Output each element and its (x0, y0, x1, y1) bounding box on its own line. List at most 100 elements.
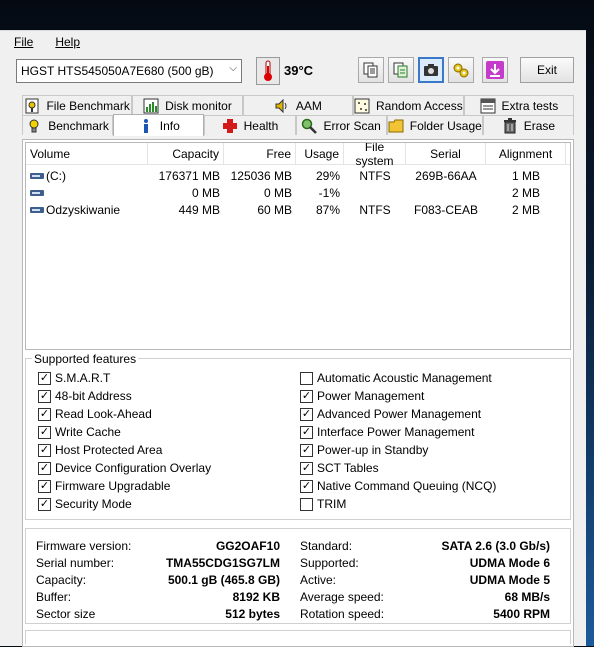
feature-label: Security Mode (55, 497, 132, 511)
tab-disk-monitor[interactable]: Disk monitor (132, 95, 243, 115)
menu-file-label: File (14, 35, 34, 49)
feature-ipm: ✓ Interface Power Management (300, 423, 496, 441)
cell-usage: 29% (315, 168, 340, 183)
drive-icon (30, 188, 44, 198)
info-value: SATA 2.6 (3.0 Gb/s) (441, 538, 550, 553)
feature-label: Write Cache (55, 425, 121, 439)
feature-smart: ✓ S.M.A.R.T (38, 369, 211, 387)
info-label: Average speed: (300, 589, 384, 604)
checkbox-checked-icon: ✓ (38, 407, 51, 421)
tab-label: Extra tests (501, 98, 559, 113)
info-label: Rotation speed: (300, 606, 385, 621)
info-active: Active: UDMA Mode 5 (300, 571, 550, 588)
info-serial-number: Serial number: TMA55CDG1SG7LM (36, 554, 280, 571)
copy-to-clipboard-button[interactable] (388, 57, 414, 83)
update-button[interactable] (482, 57, 508, 83)
settings-icon (453, 63, 469, 78)
info-rotation-speed: Rotation speed: 5400 RPM (300, 605, 550, 622)
table-row[interactable]: 0 MB 0 MB -1% 2 MB (26, 184, 570, 201)
checkbox-checked-icon: ✓ (38, 425, 51, 439)
tab-label: Health (243, 118, 279, 133)
cell-alignment: 1 MB (511, 168, 540, 183)
cell-usage: 87% (315, 202, 340, 217)
checkbox-checked-icon: ✓ (38, 497, 51, 511)
drive-details-group: Firmware version: GG2OAF10 Serial number:… (25, 528, 571, 624)
menu-help[interactable]: Help (51, 33, 84, 51)
tab-error-scan[interactable]: Error Scan (295, 115, 387, 135)
checkbox-unchecked-icon (300, 497, 313, 511)
info-label: Capacity: (36, 572, 87, 587)
copy-text-icon (363, 62, 378, 78)
volume-table[interactable]: Volume Capacity Free Usage File system S… (25, 142, 571, 350)
tab-label: Folder Usage (409, 118, 482, 133)
table-row[interactable]: Odzyskiwanie 449 MB 60 MB 87% NTFS F083-… (26, 201, 570, 218)
feature-write-cache: ✓ Write Cache (38, 423, 211, 441)
table-row[interactable]: (C:) 176371 MB 125036 MB 29% NTFS 269B-6… (26, 167, 570, 184)
column-header-volume[interactable]: Volume (26, 143, 148, 164)
feature-label: Read Look-Ahead (55, 407, 152, 421)
screenshot-button[interactable] (418, 57, 444, 83)
checkbox-unchecked-icon (300, 371, 313, 385)
random-access-icon (354, 98, 370, 114)
feature-label: Automatic Acoustic Management (317, 371, 492, 385)
drive-select[interactable]: HGST HTS545050A7E680 (500 gB) ⌵ (16, 59, 242, 83)
feature-label: 48-bit Address (55, 389, 132, 403)
feature-security-mode: ✓ Security Mode (38, 495, 211, 513)
temperature-value: 39°C (284, 63, 314, 78)
checkbox-checked-icon: ✓ (300, 443, 313, 457)
cell-capacity: 449 MB (178, 202, 220, 217)
column-header-usage[interactable]: Usage (296, 143, 344, 164)
info-value: 5400 RPM (493, 606, 550, 621)
feature-trim: TRIM (300, 495, 496, 513)
tab-benchmark[interactable]: Benchmark (22, 115, 114, 135)
menu-file[interactable]: File (10, 33, 37, 51)
tab-erase[interactable]: Erase (482, 115, 574, 135)
tab-aam[interactable]: AAM (242, 95, 353, 115)
cell-file-system: NTFS (359, 202, 391, 217)
column-header-free[interactable]: Free (224, 143, 296, 164)
cell-file-system: NTFS (359, 168, 391, 183)
feature-aam: Automatic Acoustic Management (300, 369, 496, 387)
info-value: 500.1 gB (465.8 GB) (167, 572, 280, 587)
feature-label: TRIM (317, 497, 347, 511)
tab-label: Benchmark (48, 118, 109, 133)
info-buffer: Buffer: 8192 KB (36, 588, 280, 605)
cell-alignment: 2 MB (511, 202, 540, 217)
column-header-serial[interactable]: Serial (406, 143, 486, 164)
tab-health[interactable]: Health (204, 115, 296, 135)
info-average-speed: Average speed: 68 MB/s (300, 588, 550, 605)
column-header-capacity[interactable]: Capacity (148, 143, 224, 164)
options-button[interactable] (448, 57, 474, 83)
tab-random-access[interactable]: Random Access (352, 95, 464, 115)
exit-button[interactable]: Exit (520, 57, 574, 83)
tab-label: Erase (523, 118, 556, 133)
features-left-column: ✓ S.M.A.R.T ✓ 48-bit Address ✓ Read Look-Ah… (38, 369, 211, 513)
tab-extra-tests[interactable]: Extra tests (463, 95, 575, 115)
additional-info-box (25, 630, 571, 644)
cell-volume: (C:) (46, 168, 66, 183)
feature-sct-tables: ✓ SCT Tables (300, 459, 496, 477)
info-sector-size: Sector size 512 bytes (36, 605, 280, 622)
info-value: UDMA Mode 5 (469, 572, 550, 587)
thermometer-icon (256, 57, 280, 85)
tab-folder-usage[interactable]: Folder Usage (386, 115, 483, 135)
feature-ncq: ✓ Native Command Queuing (NCQ) (300, 477, 496, 495)
info-label: Standard: (300, 538, 353, 553)
toolbar: HGST HTS545050A7E680 (500 gB) ⌵ 39°C Exi… (0, 55, 586, 93)
app-window: File Help HGST HTS545050A7E680 (500 gB) … (0, 30, 586, 647)
feature-label: Advanced Power Management (317, 407, 482, 421)
download-arrow-icon (486, 61, 504, 79)
feature-label: Power-up in Standby (317, 443, 429, 457)
info-value: 8192 KB (232, 589, 280, 604)
tab-file-benchmark[interactable]: File Benchmark (22, 95, 133, 115)
tab-info[interactable]: Info (113, 114, 205, 136)
column-header-alignment[interactable]: Alignment (486, 143, 566, 164)
info-value: 68 MB/s (504, 589, 550, 604)
feature-firmware-upgradable: ✓ Firmware Upgradable (38, 477, 211, 495)
info-supported: Supported: UDMA Mode 6 (300, 554, 550, 571)
trash-icon (502, 117, 518, 134)
drive-icon (30, 171, 44, 181)
copy-text-button[interactable] (358, 57, 384, 83)
column-header-file-system[interactable]: File system (344, 143, 406, 168)
magnifier-icon (301, 118, 318, 134)
